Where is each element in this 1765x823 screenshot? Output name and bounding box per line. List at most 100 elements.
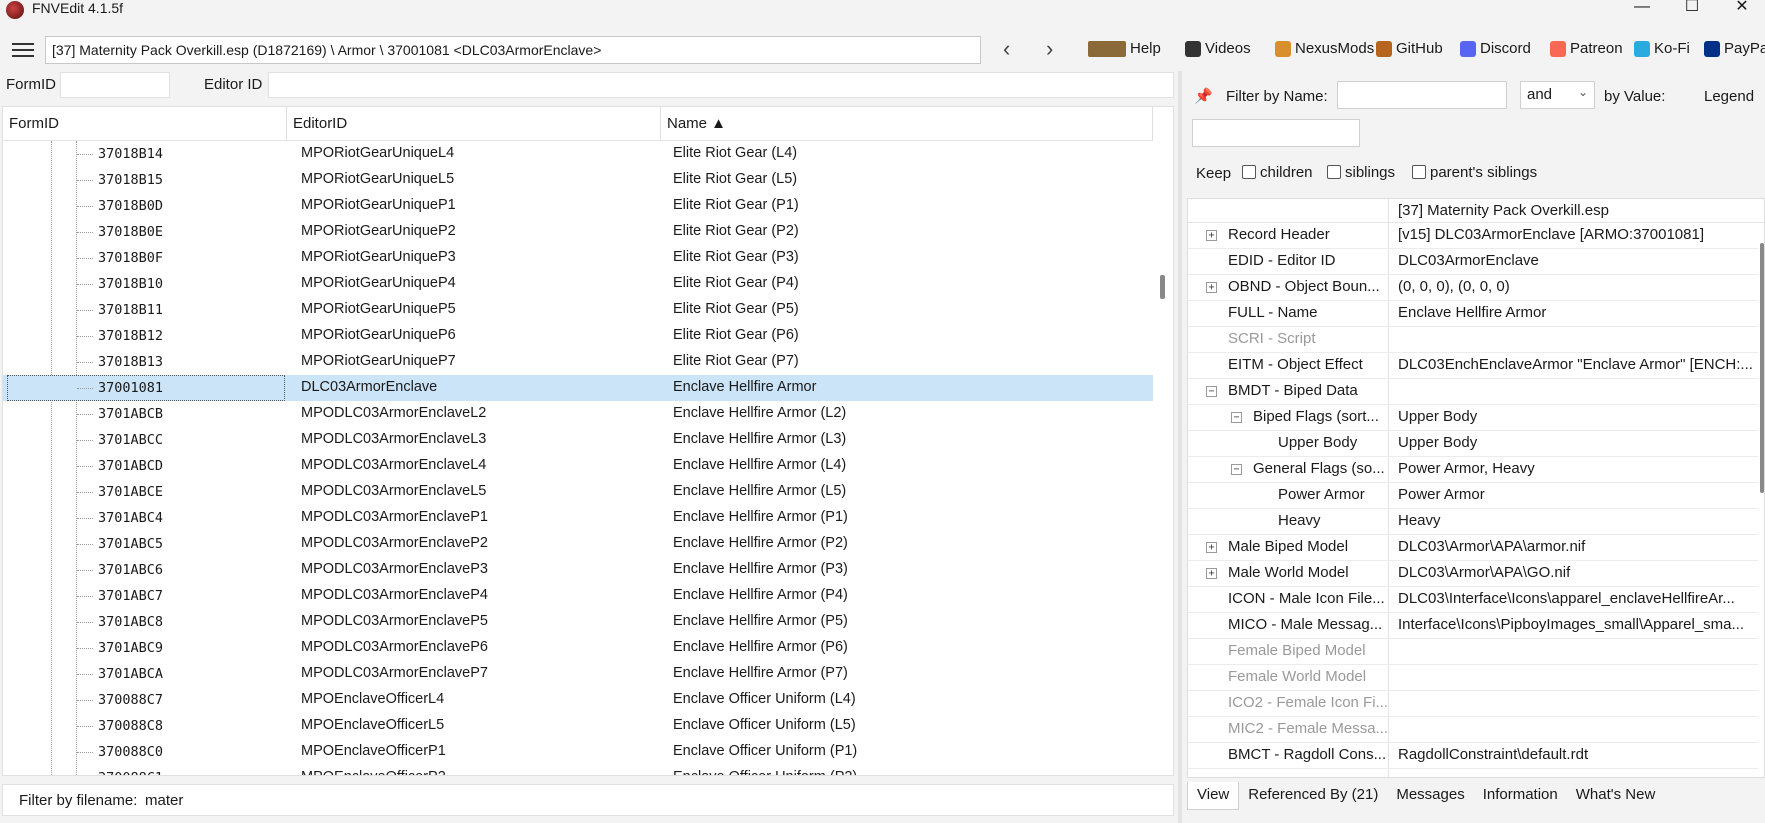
table-row[interactable]: 37018B11 MPORiotGearUniqueP5 Elite Riot Ge… xyxy=(3,297,1153,323)
record-field-row[interactable]: BMCT - Ragdoll Cons... RagdollConstraint\… xyxy=(1188,743,1764,769)
table-row[interactable]: 370088C7 MPOEnclaveOfficerL4 Enclave Offic… xyxy=(3,687,1153,713)
record-field-row[interactable]: SCRI - Script xyxy=(1188,327,1764,353)
table-row[interactable]: 3701ABC6 MPODLC03ArmorEnclaveP3 Enclave He… xyxy=(3,557,1153,583)
record-field-row[interactable]: MIC2 - Female Messa... xyxy=(1188,717,1764,743)
record-field-row[interactable]: Heavy Heavy xyxy=(1188,509,1764,535)
record-field-row[interactable]: ICO2 - Female Icon Fi... xyxy=(1188,691,1764,717)
table-row[interactable]: 370088C0 MPOEnclaveOfficerP1 Enclave Offic… xyxy=(3,739,1153,765)
pin-icon[interactable]: 📌 xyxy=(1194,87,1213,105)
minimize-button[interactable]: — xyxy=(1622,0,1662,20)
record-field-row[interactable]: + Record Header [v15] DLC03ArmorEnclave [A… xyxy=(1188,223,1764,249)
back-button[interactable]: ‹ xyxy=(1003,38,1010,60)
record-field-row[interactable]: − BMDT - Biped Data xyxy=(1188,379,1764,405)
record-tree-scrollbar[interactable] xyxy=(1758,223,1764,777)
record-field-row[interactable]: − Biped Flags (sort... Upper Body xyxy=(1188,405,1764,431)
record-path-field[interactable]: [37] Maternity Pack Overkill.esp (D18721… xyxy=(45,36,981,64)
column-formid[interactable]: FormID xyxy=(3,107,287,141)
table-row[interactable]: 3701ABC7 MPODLC03ArmorEnclaveP4 Enclave He… xyxy=(3,583,1153,609)
legend-button[interactable]: Legend xyxy=(1704,88,1754,105)
link-nexusmods[interactable]: NexusMods xyxy=(1275,40,1374,57)
table-row[interactable]: 37018B13 MPORiotGearUniqueP7 Elite Riot Ge… xyxy=(3,349,1153,375)
collapse-icon[interactable]: − xyxy=(1231,412,1242,423)
table-row-selected[interactable]: 37001081 DLC03ArmorEnclave Enclave Hellfir… xyxy=(3,375,1153,401)
link-videos[interactable]: Videos xyxy=(1185,40,1251,57)
table-row[interactable]: 3701ABC4 MPODLC03ArmorEnclaveP1 Enclave He… xyxy=(3,505,1153,531)
tab-referenced-by-21[interactable]: Referenced By (21) xyxy=(1239,782,1387,810)
link-paypal[interactable]: PayPal xyxy=(1704,40,1765,57)
link-discord[interactable]: Discord xyxy=(1460,40,1531,57)
collapse-icon[interactable]: − xyxy=(1231,464,1242,475)
table-row[interactable]: 3701ABCD MPODLC03ArmorEnclaveL4 Enclave He… xyxy=(3,453,1153,479)
table-row[interactable]: 3701ABCC MPODLC03ArmorEnclaveL3 Enclave He… xyxy=(3,427,1153,453)
tab-information[interactable]: Information xyxy=(1474,782,1567,810)
field-name: EDID - Editor ID xyxy=(1228,252,1336,269)
editorid-cell: MPOEnclaveOfficerP1 xyxy=(301,743,446,759)
keep-siblings-checkbox[interactable]: siblings xyxy=(1327,164,1395,181)
keep-parent-siblings-checkbox[interactable]: parent's siblings xyxy=(1412,164,1537,181)
link-ko-fi[interactable]: Ko-Fi xyxy=(1634,40,1690,57)
tab-view[interactable]: View xyxy=(1187,782,1240,810)
field-name: Biped Flags (sort... xyxy=(1253,408,1379,425)
table-row[interactable]: 3701ABC9 MPODLC03ArmorEnclaveP6 Enclave He… xyxy=(3,635,1153,661)
expand-icon[interactable]: + xyxy=(1206,282,1217,293)
record-field-row[interactable]: FULL - Name Enclave Hellfire Armor xyxy=(1188,301,1764,327)
table-row[interactable]: 37018B12 MPORiotGearUniqueP6 Elite Riot Ge… xyxy=(3,323,1153,349)
record-field-row[interactable]: + OBND - Object Boun... (0, 0, 0), (0, 0, … xyxy=(1188,275,1764,301)
record-field-row[interactable]: + Male World Model DLC03\Armor\APA\GO.nif xyxy=(1188,561,1764,587)
table-row[interactable]: 37018B0E MPORiotGearUniqueP2 Elite Riot Ge… xyxy=(3,219,1153,245)
record-field-row[interactable]: Power Armor Power Armor xyxy=(1188,483,1764,509)
collapse-icon[interactable]: − xyxy=(1206,386,1217,397)
filter-value-input[interactable] xyxy=(1192,119,1360,147)
filter-name-input[interactable] xyxy=(1337,81,1507,109)
table-row[interactable]: 37018B0D MPORiotGearUniqueP1 Elite Riot Ge… xyxy=(3,193,1153,219)
table-row[interactable]: 3701ABC5 MPODLC03ArmorEnclaveP2 Enclave He… xyxy=(3,531,1153,557)
filename-filter-input[interactable]: mater xyxy=(145,792,183,809)
record-field-row[interactable]: + Male Biped Model DLC03\Armor\APA\armor.n… xyxy=(1188,535,1764,561)
record-field-row[interactable]: EDID - Editor ID DLC03ArmorEnclave xyxy=(1188,249,1764,275)
link-patreon[interactable]: Patreon xyxy=(1550,40,1623,57)
book-icon xyxy=(1088,40,1126,57)
link-help[interactable]: Help xyxy=(1088,40,1161,57)
record-field-row[interactable]: Female Biped Model xyxy=(1188,639,1764,665)
record-field-row[interactable]: Upper Body Upper Body xyxy=(1188,431,1764,457)
plugin-column-header[interactable]: [37] Maternity Pack Overkill.esp xyxy=(1398,202,1609,219)
editorid-filter-input[interactable] xyxy=(268,72,1174,98)
field-name: General Flags (so... xyxy=(1253,460,1385,477)
tab-messages[interactable]: Messages xyxy=(1387,782,1473,810)
vertical-scrollbar[interactable] xyxy=(1153,107,1173,775)
table-row[interactable]: 37018B14 MPORiotGearUniqueL4 Elite Riot Ge… xyxy=(3,141,1153,167)
table-row[interactable]: 37018B10 MPORiotGearUniqueP4 Elite Riot Ge… xyxy=(3,271,1153,297)
table-row[interactable]: 3701ABCB MPODLC03ArmorEnclaveL2 Enclave He… xyxy=(3,401,1153,427)
scrollbar-thumb[interactable] xyxy=(1760,243,1764,493)
record-field-row[interactable]: Female World Model xyxy=(1188,665,1764,691)
filter-logic-select[interactable]: and ⌄ xyxy=(1520,81,1595,109)
tab-what-s-new[interactable]: What's New xyxy=(1567,782,1665,810)
table-row[interactable]: 370088C1 MPOEnclaveOfficerP2 Enclave Offic… xyxy=(3,765,1153,775)
table-row[interactable]: 37018B15 MPORiotGearUniqueL5 Elite Riot Ge… xyxy=(3,167,1153,193)
menu-icon[interactable] xyxy=(12,43,34,57)
record-field-row[interactable]: − General Flags (so... Power Armor, Heavy xyxy=(1188,457,1764,483)
expand-icon[interactable]: + xyxy=(1206,542,1217,553)
name-cell: Enclave Hellfire Armor (P2) xyxy=(673,535,848,551)
record-field-row[interactable]: MICO - Male Messag... Interface\Icons\Pip… xyxy=(1188,613,1764,639)
scrollbar-thumb[interactable] xyxy=(1160,275,1165,299)
column-editorid[interactable]: EditorID xyxy=(287,107,661,141)
maximize-button[interactable]: ☐ xyxy=(1672,0,1712,20)
formid-cell: 3701ABC9 xyxy=(98,640,164,656)
record-field-row[interactable]: ICON - Male Icon File... DLC03\Interface\… xyxy=(1188,587,1764,613)
table-row[interactable]: 3701ABCE MPODLC03ArmorEnclaveL5 Enclave He… xyxy=(3,479,1153,505)
table-row[interactable]: 3701ABC8 MPODLC03ArmorEnclaveP5 Enclave He… xyxy=(3,609,1153,635)
keep-children-checkbox[interactable]: children xyxy=(1242,164,1313,181)
column-name[interactable]: Name ▲ xyxy=(661,107,1153,141)
close-button[interactable]: ✕ xyxy=(1722,0,1762,20)
table-row[interactable]: 3701ABCA MPODLC03ArmorEnclaveP7 Enclave He… xyxy=(3,661,1153,687)
record-field-row[interactable]: EITM - Object Effect DLC03EnchEnclaveArmo… xyxy=(1188,353,1764,379)
table-row[interactable]: 37018B0F MPORiotGearUniqueP3 Elite Riot Ge… xyxy=(3,245,1153,271)
expand-icon[interactable]: + xyxy=(1206,568,1217,579)
app-icon xyxy=(6,1,24,19)
formid-filter-input[interactable] xyxy=(60,72,170,98)
link-github[interactable]: GitHub xyxy=(1376,40,1443,57)
expand-icon[interactable]: + xyxy=(1206,230,1217,241)
table-row[interactable]: 370088C8 MPOEnclaveOfficerL5 Enclave Offic… xyxy=(3,713,1153,739)
forward-button[interactable]: › xyxy=(1046,38,1053,60)
